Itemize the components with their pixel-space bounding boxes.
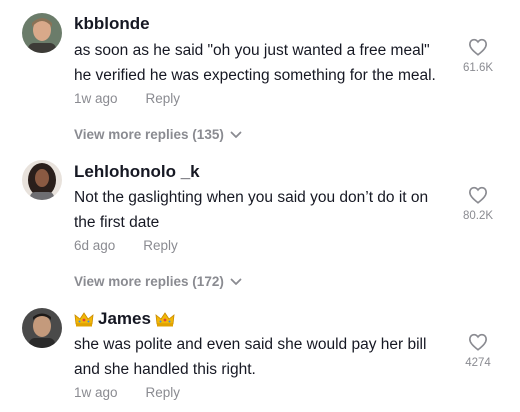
crown-emoji-icon	[74, 312, 94, 327]
comment-text-line: Not the gaslighting when you said you do…	[74, 189, 429, 206]
chevron-down-icon	[230, 131, 242, 138]
view-more-label: View more replies (135)	[74, 127, 224, 142]
comment-item: Lehlohonolo _k Not the gaslighting when …	[0, 148, 520, 298]
view-more-replies[interactable]: View more replies (172)	[74, 274, 242, 289]
view-more-replies[interactable]: View more replies (135)	[74, 127, 242, 142]
avatar[interactable]	[22, 308, 62, 348]
comment-username[interactable]: Lehlohonolo _k	[74, 162, 200, 182]
like-button[interactable]: 61.6K	[458, 38, 498, 74]
username-text: James	[98, 309, 151, 328]
username-text: Lehlohonolo _k	[74, 162, 200, 181]
comment-text: as soon as he said "oh you just wanted a…	[74, 38, 464, 88]
view-more-label: View more replies (172)	[74, 274, 224, 289]
comment-meta: 6d ago Reply	[74, 238, 178, 253]
like-count: 4274	[465, 357, 491, 369]
comment-time: 1w ago	[74, 385, 118, 400]
comment-text: she was polite and even said she would p…	[74, 332, 464, 382]
heart-outline-icon	[468, 38, 488, 56]
like-count: 61.6K	[462, 62, 494, 74]
reply-button[interactable]: Reply	[146, 385, 181, 400]
heart-outline-icon	[468, 186, 488, 204]
crown-emoji-icon	[155, 312, 175, 327]
comment-text-line: he verified he was expecting something f…	[74, 67, 436, 84]
comment-meta: 1w ago Reply	[74, 385, 180, 400]
comment-text-line: she was polite and even said she would p…	[74, 336, 427, 353]
avatar[interactable]	[22, 160, 62, 200]
like-count: 80.2K	[462, 210, 494, 222]
like-button[interactable]: 4274	[458, 333, 498, 369]
comment-text-line: as soon as he said "oh you just wanted a…	[74, 42, 430, 59]
comment-username[interactable]: James	[74, 309, 175, 329]
heart-outline-icon	[468, 333, 488, 351]
comment-meta: 1w ago Reply	[74, 91, 180, 106]
comment-time: 1w ago	[74, 91, 118, 106]
comment-time: 6d ago	[74, 238, 116, 253]
comment-text-line: and she handled this right.	[74, 361, 256, 378]
comment-text: Not the gaslighting when you said you do…	[74, 185, 464, 235]
chevron-down-icon	[230, 278, 242, 285]
comment-item: James she was polite and even said she w…	[0, 296, 520, 412]
comment-text-line: the first date	[74, 214, 160, 231]
reply-button[interactable]: Reply	[146, 91, 181, 106]
like-button[interactable]: 80.2K	[458, 186, 498, 222]
username-text: kbblonde	[74, 14, 150, 33]
reply-button[interactable]: Reply	[143, 238, 178, 253]
avatar[interactable]	[22, 13, 62, 53]
comment-username[interactable]: kbblonde	[74, 14, 150, 34]
comment-item: kbblonde as soon as he said "oh you just…	[0, 0, 520, 150]
